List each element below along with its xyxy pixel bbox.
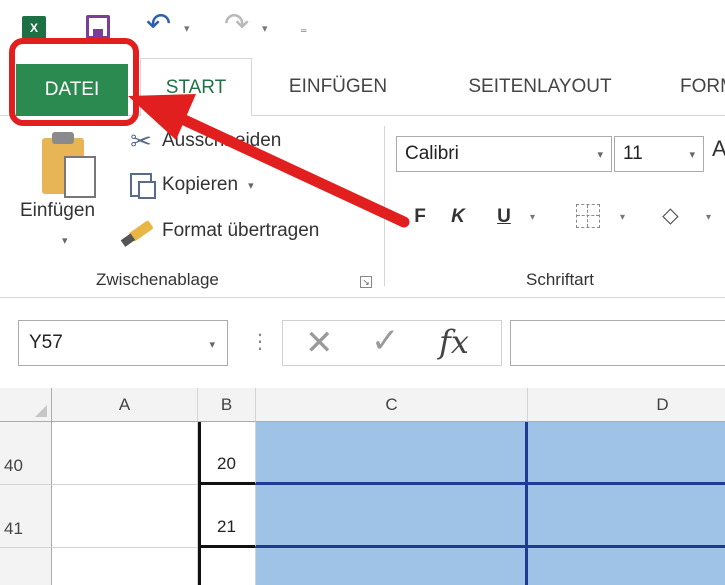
name-box[interactable]: Y57 ▾: [18, 320, 228, 366]
formula-bar-splitter[interactable]: ⋮: [250, 332, 270, 352]
cancel-icon[interactable]: ✕: [305, 323, 334, 363]
fill-color-dropdown-icon[interactable]: ▾: [706, 212, 711, 223]
copy-button[interactable]: Kopieren ▾: [126, 170, 254, 200]
row-header[interactable]: 41: [0, 485, 52, 548]
cut-label: Ausschneiden: [162, 130, 282, 151]
select-all-corner[interactable]: [0, 388, 52, 422]
chevron-down-icon: ▾: [209, 339, 215, 351]
formula-bar-buttons: ✕ ✓ fx: [282, 320, 502, 366]
tab-insert[interactable]: EINFÜGEN: [268, 58, 408, 116]
save-icon[interactable]: [86, 15, 110, 39]
font-group-label: Schriftart: [526, 270, 595, 289]
insert-function-button[interactable]: fx: [439, 323, 469, 361]
column-header-a[interactable]: A: [52, 388, 198, 422]
clipboard-group-label: Zwischenablage: [96, 270, 219, 289]
cell-d[interactable]: [528, 548, 725, 585]
cell-a[interactable]: [52, 548, 198, 585]
file-tab-highlight: [9, 38, 139, 126]
cell-c[interactable]: [256, 422, 528, 485]
paste-icon[interactable]: [42, 128, 100, 200]
ribbon-start: Einfügen ▾ ✂ Ausschneiden Kopieren ▾ For…: [0, 116, 725, 298]
column-header-c[interactable]: C: [256, 388, 528, 422]
excel-app-icon: X: [22, 16, 46, 40]
borders-dropdown-icon[interactable]: ▾: [620, 212, 625, 223]
cell-c[interactable]: [256, 548, 528, 585]
undo-icon[interactable]: ↶: [146, 10, 171, 40]
enter-check-icon[interactable]: ✓: [371, 321, 400, 361]
redo-dropdown-icon[interactable]: ▾: [262, 22, 268, 35]
formula-bar: Y57 ▾ ⋮ ✕ ✓ fx: [0, 298, 725, 388]
cell-b[interactable]: 21: [198, 485, 256, 548]
underline-button[interactable]: U: [492, 200, 516, 234]
italic-button[interactable]: K: [446, 200, 470, 234]
scissors-icon: ✂: [130, 125, 152, 156]
column-header-b[interactable]: B: [198, 388, 256, 422]
font-size-value: 11: [623, 143, 643, 164]
redo-icon[interactable]: ↷: [224, 10, 249, 40]
cell-c[interactable]: [256, 485, 528, 548]
column-header-d[interactable]: D: [528, 388, 725, 422]
tab-start[interactable]: START: [140, 58, 252, 117]
borders-icon[interactable]: [576, 204, 600, 228]
customize-qat-icon[interactable]: ₌: [300, 20, 307, 37]
chevron-down-icon: ▾: [597, 149, 603, 161]
chevron-down-icon: ▾: [689, 149, 695, 161]
fill-color-icon[interactable]: ⬦: [662, 202, 679, 230]
format-painter-icon: [126, 217, 156, 245]
font-name-value: Calibri: [405, 143, 459, 164]
cell-d[interactable]: [528, 422, 725, 485]
row-header[interactable]: 40: [0, 422, 52, 485]
worksheet-grid: A B C D 40 20 41 21 42 22: [0, 388, 725, 585]
bold-button[interactable]: F: [408, 200, 432, 234]
row-header[interactable]: 42: [0, 548, 52, 585]
paste-button[interactable]: Einfügen: [20, 200, 95, 222]
name-box-value: Y57: [29, 332, 63, 353]
underline-dropdown-icon[interactable]: ▾: [530, 212, 535, 223]
undo-dropdown-icon[interactable]: ▾: [184, 22, 190, 35]
tab-formulas[interactable]: FORM: [680, 58, 725, 116]
font-name-select[interactable]: Calibri ▾: [396, 136, 612, 172]
ribbon-separator: [384, 126, 385, 286]
copy-label: Kopieren: [162, 174, 239, 195]
formula-input[interactable]: [510, 320, 725, 366]
clipboard-launcher-icon[interactable]: ↘: [360, 276, 372, 288]
cut-button[interactable]: ✂ Ausschneiden: [126, 126, 281, 156]
cell-d[interactable]: [528, 485, 725, 548]
cell-b[interactable]: 20: [198, 422, 256, 485]
format-painter-button[interactable]: Format übertragen: [126, 216, 319, 246]
tab-page-layout[interactable]: SEITENLAYOUT: [440, 58, 640, 116]
format-painter-label: Format übertragen: [162, 220, 320, 241]
paste-dropdown-icon[interactable]: ▾: [62, 234, 68, 247]
font-size-select[interactable]: 11 ▾: [614, 136, 704, 172]
cell-b[interactable]: 22: [198, 548, 256, 585]
cell-a[interactable]: [52, 422, 198, 485]
grow-font-button[interactable]: A: [712, 136, 725, 162]
copy-dropdown-icon[interactable]: ▾: [248, 179, 254, 192]
copy-icon: [126, 171, 156, 199]
cell-a[interactable]: [52, 485, 198, 548]
